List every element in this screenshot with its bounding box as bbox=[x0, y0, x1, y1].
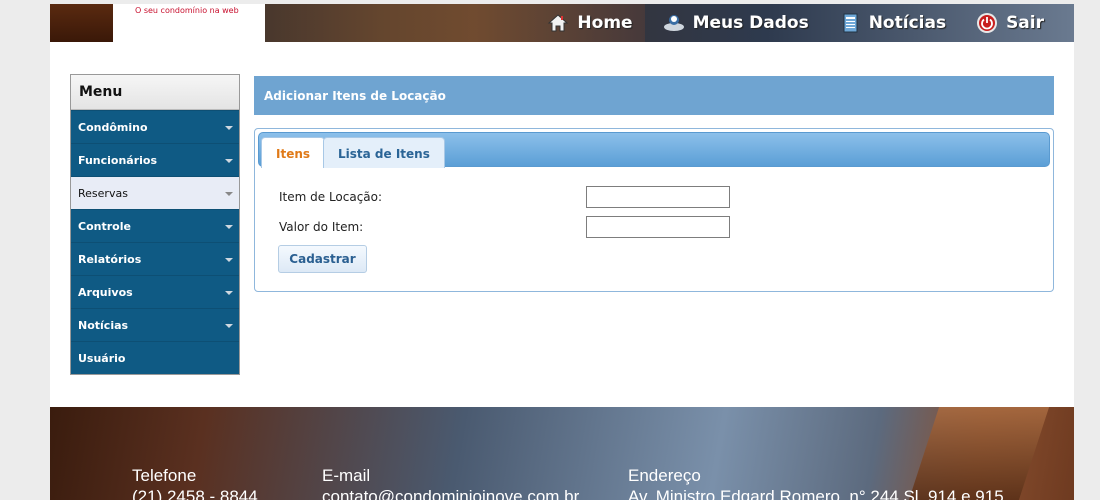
sidebar-item-controle[interactable]: Controle bbox=[71, 209, 239, 242]
header-bar: O seu condomínio na web Home Meus Dados … bbox=[50, 4, 1074, 42]
sidebar-menu: Menu Condômino Funcionários Reservas Con… bbox=[70, 74, 240, 375]
user-icon bbox=[663, 12, 685, 34]
menu-title: Menu bbox=[71, 75, 239, 110]
page-title: Adicionar Itens de Locação bbox=[254, 76, 1054, 115]
sidebar-item-noticias[interactable]: Notícias bbox=[71, 308, 239, 341]
item-locacao-input[interactable] bbox=[586, 186, 730, 208]
footer-email: E-mail contato@condominioinove.com.br bbox=[322, 465, 579, 500]
footer-telefone-label: Telefone bbox=[132, 466, 197, 485]
footer-endereco-value: Av. Ministro Edgard Romero, n° 244 Sl. 9… bbox=[628, 487, 1004, 500]
tab-itens[interactable]: Itens bbox=[261, 137, 326, 168]
footer-endereco-label: Endereço bbox=[628, 466, 701, 485]
tab-bar: Itens Lista de Itens bbox=[258, 132, 1050, 168]
sidebar-item-label: Controle bbox=[78, 220, 131, 233]
nav-meus-dados[interactable]: Meus Dados bbox=[663, 12, 809, 34]
top-nav: Home Meus Dados Notícias Sair bbox=[547, 4, 1074, 42]
footer: Telefone (21) 2458 - 8844 E-mail contato… bbox=[50, 407, 1074, 500]
sidebar-item-label: Funcionários bbox=[78, 154, 158, 167]
sidebar-item-usuario[interactable]: Usuário bbox=[71, 341, 239, 374]
newspaper-icon bbox=[839, 12, 861, 34]
chevron-down-icon bbox=[225, 159, 233, 163]
tab-lista-de-itens[interactable]: Lista de Itens bbox=[323, 137, 445, 168]
sidebar-item-label: Reservas bbox=[78, 187, 128, 200]
nav-home[interactable]: Home bbox=[547, 12, 633, 34]
nav-meus-dados-label: Meus Dados bbox=[692, 13, 809, 33]
tab-container: Itens Lista de Itens Item de Locação: Va… bbox=[254, 128, 1054, 292]
footer-email-label: E-mail bbox=[322, 466, 371, 485]
footer-telefone-value: (21) 2458 - 8844 bbox=[132, 487, 258, 500]
nav-sair-label: Sair bbox=[1006, 13, 1044, 33]
nav-noticias-label: Notícias bbox=[868, 13, 947, 33]
chevron-down-icon bbox=[225, 324, 233, 328]
sidebar-item-label: Notícias bbox=[78, 319, 129, 332]
sidebar-item-funcionarios[interactable]: Funcionários bbox=[71, 143, 239, 176]
sidebar-item-relatorios[interactable]: Relatórios bbox=[71, 242, 239, 275]
sidebar-item-label: Condômino bbox=[78, 121, 148, 134]
sidebar-item-label: Arquivos bbox=[78, 286, 133, 299]
header-decoration bbox=[50, 4, 113, 42]
main-area: Menu Condômino Funcionários Reservas Con… bbox=[50, 42, 1074, 407]
sidebar-item-arquivos[interactable]: Arquivos bbox=[71, 275, 239, 308]
tagline: O seu condomínio na web bbox=[135, 6, 239, 15]
sidebar-item-condomino[interactable]: Condômino bbox=[71, 110, 239, 143]
footer-endereco: Endereço Av. Ministro Edgard Romero, n° … bbox=[628, 465, 1004, 500]
footer-email-value[interactable]: contato@condominioinove.com.br bbox=[322, 486, 579, 500]
nav-noticias[interactable]: Notícias bbox=[839, 12, 946, 34]
sidebar-item-label: Usuário bbox=[78, 352, 126, 365]
item-locacao-label: Item de Locação: bbox=[279, 190, 383, 204]
valor-item-label: Valor do Item: bbox=[279, 220, 364, 234]
nav-home-label: Home bbox=[577, 13, 633, 33]
sidebar-item-reservas[interactable]: Reservas bbox=[71, 176, 239, 209]
footer-telefone: Telefone (21) 2458 - 8844 bbox=[132, 465, 258, 500]
cadastrar-button[interactable]: Cadastrar bbox=[278, 245, 367, 273]
logo-area: O seu condomínio na web bbox=[113, 4, 265, 42]
chevron-down-icon bbox=[225, 258, 233, 262]
chevron-down-icon bbox=[225, 192, 233, 196]
power-icon bbox=[976, 12, 998, 34]
home-icon bbox=[547, 12, 569, 34]
valor-item-input[interactable] bbox=[586, 216, 730, 238]
chevron-down-icon bbox=[225, 291, 233, 295]
chevron-down-icon bbox=[225, 126, 233, 130]
sidebar-item-label: Relatórios bbox=[78, 253, 142, 266]
chevron-down-icon bbox=[225, 225, 233, 229]
nav-sair[interactable]: Sair bbox=[976, 12, 1044, 34]
